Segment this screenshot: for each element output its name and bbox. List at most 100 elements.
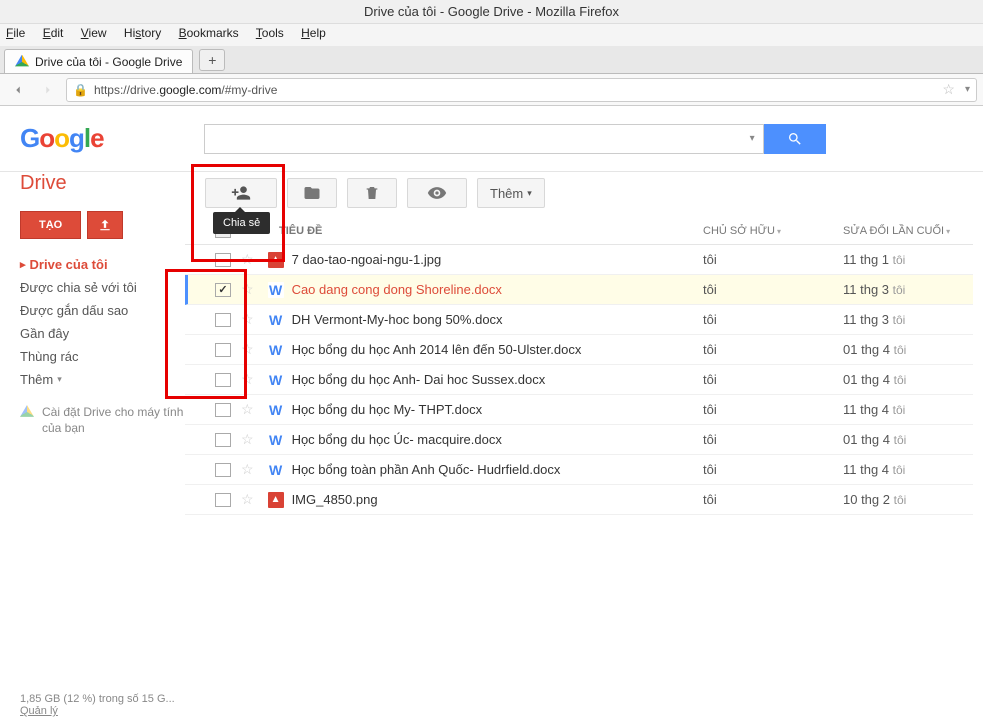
share-button[interactable] — [205, 178, 277, 208]
row-checkbox[interactable] — [215, 343, 231, 357]
tab-title: Drive của tôi - Google Drive — [35, 55, 182, 69]
star-icon[interactable]: ☆ — [241, 431, 254, 448]
sidebar-item-recent[interactable]: Gần đây — [20, 322, 185, 345]
star-icon[interactable]: ☆ — [241, 461, 254, 478]
file-name: Học bổng du học Anh 2014 lên đến 50-Ulst… — [292, 342, 582, 357]
star-icon[interactable]: ☆ — [241, 251, 254, 268]
bookmark-star-icon[interactable]: ☆ — [942, 81, 955, 98]
file-type-icon: W — [268, 342, 284, 358]
file-modified: 11 thg 4 tôi — [843, 402, 973, 417]
folder-icon — [303, 184, 321, 202]
row-checkbox[interactable] — [215, 403, 231, 417]
eye-icon — [427, 183, 447, 203]
file-row[interactable]: ☆WHọc bổng toàn phần Anh Quốc- Hudrfield… — [185, 455, 973, 485]
star-icon[interactable]: ☆ — [241, 311, 254, 328]
sidebar-item-starred[interactable]: Được gắn dấu sao — [20, 299, 185, 322]
menu-tools[interactable]: Tools — [256, 26, 284, 40]
file-row[interactable]: ☆WDH Vermont-My-hoc bong 50%.docxtôi11 t… — [185, 305, 973, 335]
file-row[interactable]: ☆WHọc bổng du học Úc- macquire.docxtôi01… — [185, 425, 973, 455]
manage-storage-link[interactable]: Quản lý — [20, 705, 175, 717]
column-owner[interactable]: CHỦ SỞ HỮU▾ — [703, 225, 843, 237]
forward-button[interactable] — [36, 78, 60, 102]
menu-file[interactable]: File — [6, 26, 25, 40]
file-row[interactable]: ☆ W Học bổng du học Anh 2014 lên đến 50-Ul… — [185, 335, 973, 365]
install-drive-link[interactable]: Cài đặt Drive cho máy tính của bạn — [20, 405, 185, 436]
file-row[interactable]: ☆ W Học bổng du học Anh- Dai hoc Sussex.do… — [185, 365, 973, 395]
file-owner: tôi — [703, 462, 843, 477]
preview-button[interactable] — [407, 178, 467, 208]
move-button[interactable] — [287, 178, 337, 208]
file-type-icon: W — [268, 402, 284, 418]
drive-gray-icon — [20, 405, 34, 419]
sidebar-item-shared[interactable]: Được chia sẻ với tôi — [20, 276, 185, 299]
url-dropdown-icon[interactable]: ▾ — [965, 84, 970, 95]
star-icon[interactable]: ☆ — [241, 341, 254, 358]
search-icon — [787, 131, 803, 147]
file-modified: 11 thg 3 tôi — [843, 282, 973, 297]
file-row[interactable]: ☆▲7 dao-tao-ngoai-ngu-1.jpgtôi11 thg 1 t… — [185, 245, 973, 275]
file-owner: tôi — [703, 282, 843, 297]
row-checkbox[interactable] — [215, 313, 231, 327]
file-name: 7 dao-tao-ngoai-ngu-1.jpg — [292, 252, 442, 267]
row-checkbox[interactable] — [215, 283, 231, 297]
back-button[interactable] — [6, 78, 30, 102]
star-icon[interactable]: ☆ — [241, 281, 254, 298]
file-type-icon: ▲ — [268, 492, 284, 508]
browser-navbar: 🔒 https://drive.google.com/#my-drive ☆ ▾ — [0, 74, 983, 106]
chevron-down-icon: ▾ — [57, 374, 62, 385]
menu-edit[interactable]: Edit — [43, 26, 64, 40]
upload-icon — [98, 218, 112, 232]
menu-help[interactable]: Help — [301, 26, 326, 40]
file-modified: 01 thg 4 tôi — [843, 432, 973, 447]
menu-view[interactable]: View — [81, 26, 107, 40]
share-tooltip: Chia sẻ — [213, 212, 270, 234]
star-icon[interactable]: ☆ — [241, 371, 254, 388]
file-row[interactable]: ☆WHọc bổng du học My- THPT.docxtôi11 thg… — [185, 395, 973, 425]
file-name: Học bổng du học Anh- Dai hoc Sussex.docx — [292, 372, 546, 387]
more-actions-button[interactable]: Thêm ▾ — [477, 178, 545, 208]
file-list: ☆▲7 dao-tao-ngoai-ngu-1.jpgtôi11 thg 1 t… — [185, 245, 973, 515]
row-checkbox[interactable] — [215, 463, 231, 477]
window-title: Drive của tôi - Google Drive - Mozilla F… — [0, 0, 983, 24]
browser-tab[interactable]: Drive của tôi - Google Drive — [4, 49, 193, 73]
star-icon[interactable]: ☆ — [241, 491, 254, 508]
person-add-icon — [231, 183, 251, 203]
search-button[interactable] — [764, 124, 826, 154]
upload-button[interactable] — [87, 211, 123, 239]
column-header-row: − TIÊU ĐỀ CHỦ SỞ HỮU▾ SỬA ĐỔI LẦN CUỐI▾ — [185, 218, 973, 245]
file-type-icon: W — [268, 312, 284, 328]
file-name: Học bổng du học My- THPT.docx — [292, 402, 483, 417]
file-type-icon: W — [268, 432, 284, 448]
column-modified[interactable]: SỬA ĐỔI LẦN CUỐI▾ — [843, 225, 973, 237]
new-tab-button[interactable]: + — [199, 49, 225, 71]
row-checkbox[interactable] — [215, 373, 231, 387]
sidebar-item-more[interactable]: Thêm▾ — [20, 368, 185, 391]
delete-button[interactable] — [347, 178, 397, 208]
app-title: Drive — [20, 172, 185, 211]
file-row[interactable]: ☆WCao dang cong dong Shoreline.docxtôi11… — [185, 275, 973, 305]
row-checkbox[interactable] — [215, 253, 231, 267]
file-row[interactable]: ☆▲IMG_4850.pngtôi10 thg 2 tôi — [185, 485, 973, 515]
sidebar-item-my-drive[interactable]: Drive của tôi — [20, 253, 185, 276]
file-name: IMG_4850.png — [292, 492, 378, 507]
sidebar-item-trash[interactable]: Thùng rác — [20, 345, 185, 368]
file-modified: 01 thg 4 tôi — [843, 372, 973, 387]
file-modified: 01 thg 4 tôi — [843, 342, 973, 357]
create-button[interactable]: TẠO — [20, 211, 81, 239]
search-input[interactable]: ▾ — [204, 124, 764, 154]
search-options-icon[interactable]: ▾ — [750, 133, 755, 144]
file-name: Học bổng toàn phần Anh Quốc- Hudrfield.d… — [292, 462, 561, 477]
file-owner: tôi — [703, 252, 843, 267]
menu-history[interactable]: History — [124, 26, 161, 40]
file-modified: 11 thg 3 tôi — [843, 312, 973, 327]
menu-bookmarks[interactable]: Bookmarks — [179, 26, 239, 40]
column-title[interactable]: TIÊU ĐỀ — [279, 225, 322, 237]
sidebar: Drive TẠO Drive của tôi Được chia sẻ với… — [0, 172, 185, 725]
row-checkbox[interactable] — [215, 433, 231, 447]
url-bar[interactable]: 🔒 https://drive.google.com/#my-drive ☆ ▾ — [66, 78, 977, 102]
file-owner: tôi — [703, 492, 843, 507]
file-type-icon: W — [268, 372, 284, 388]
star-icon[interactable]: ☆ — [241, 401, 254, 418]
chevron-down-icon: ▾ — [527, 188, 532, 199]
row-checkbox[interactable] — [215, 493, 231, 507]
